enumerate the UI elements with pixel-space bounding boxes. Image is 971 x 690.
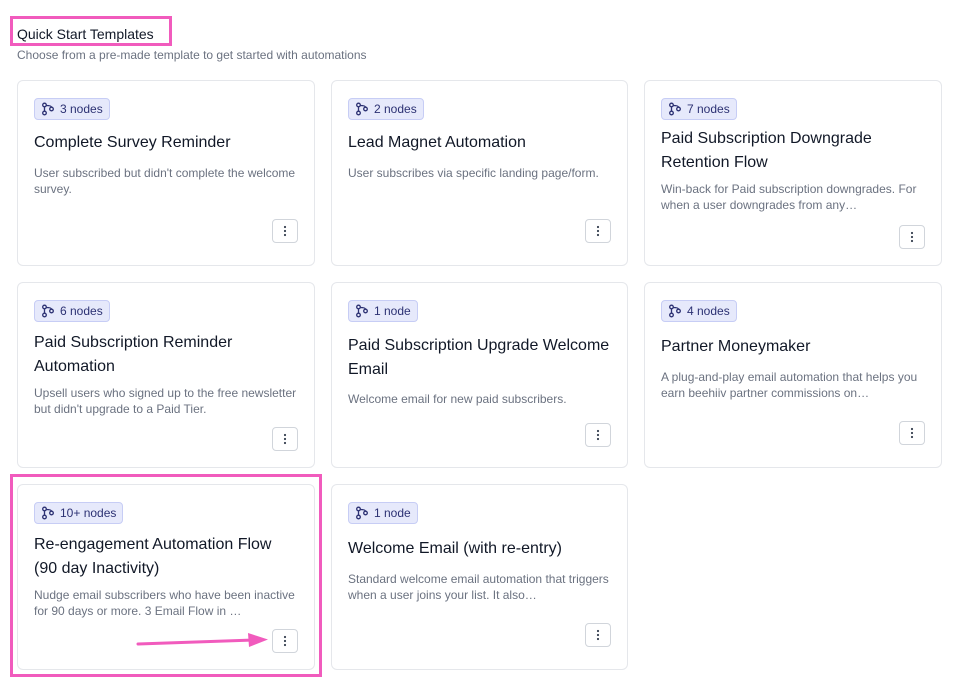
node-count-badge: 6 nodes bbox=[34, 300, 110, 322]
template-card-paid-subscription-downgrade[interactable]: 7 nodes Paid Subscription Downgrade Rete… bbox=[644, 80, 942, 266]
badge-label: 3 nodes bbox=[60, 102, 103, 116]
more-options-button[interactable] bbox=[272, 629, 298, 653]
vertical-ellipsis-icon bbox=[283, 433, 287, 445]
page-subtitle: Choose from a pre-made template to get s… bbox=[17, 48, 367, 62]
card-description: Nudge email subscribers who have been in… bbox=[34, 588, 295, 618]
node-count-badge: 2 nodes bbox=[348, 98, 424, 120]
badge-label: 6 nodes bbox=[60, 304, 103, 318]
vertical-ellipsis-icon bbox=[283, 225, 287, 237]
workflow-nodes-icon bbox=[356, 102, 368, 116]
card-description: Welcome email for new paid subscribers. bbox=[348, 392, 567, 406]
template-card-complete-survey-reminder[interactable]: 3 nodes Complete Survey Reminder User su… bbox=[17, 80, 315, 266]
more-options-button[interactable] bbox=[899, 421, 925, 445]
card-title: Re-engagement Automation Flow (90 day In… bbox=[34, 536, 272, 577]
more-options-button[interactable] bbox=[585, 423, 611, 447]
card-title: Complete Survey Reminder bbox=[34, 134, 231, 151]
workflow-nodes-icon bbox=[42, 506, 54, 520]
vertical-ellipsis-icon bbox=[283, 635, 287, 647]
vertical-ellipsis-icon bbox=[910, 231, 914, 243]
more-options-button[interactable] bbox=[585, 219, 611, 243]
badge-label: 7 nodes bbox=[687, 102, 730, 116]
workflow-nodes-icon bbox=[669, 304, 681, 318]
card-title: Partner Moneymaker bbox=[661, 338, 811, 355]
badge-label: 1 node bbox=[374, 506, 411, 520]
card-title: Paid Subscription Upgrade Welcome Email bbox=[348, 337, 610, 378]
vertical-ellipsis-icon bbox=[596, 429, 600, 441]
template-card-paid-subscription-reminder[interactable]: 6 nodes Paid Subscription Reminder Autom… bbox=[17, 282, 315, 468]
workflow-nodes-icon bbox=[356, 506, 368, 520]
card-title: Paid Subscription Reminder Automation bbox=[34, 334, 233, 375]
node-count-badge: 4 nodes bbox=[661, 300, 737, 322]
workflow-nodes-icon bbox=[42, 102, 54, 116]
vertical-ellipsis-icon bbox=[910, 427, 914, 439]
node-count-badge: 1 node bbox=[348, 502, 418, 524]
card-title: Lead Magnet Automation bbox=[348, 134, 526, 151]
badge-label: 2 nodes bbox=[374, 102, 417, 116]
card-description: Upsell users who signed up to the free n… bbox=[34, 386, 297, 416]
more-options-button[interactable] bbox=[585, 623, 611, 647]
workflow-nodes-icon bbox=[356, 304, 368, 318]
badge-label: 10+ nodes bbox=[60, 506, 117, 520]
card-description: Standard welcome email automation that t… bbox=[348, 572, 609, 602]
more-options-button[interactable] bbox=[272, 427, 298, 451]
card-description: Win-back for Paid subscription downgrade… bbox=[661, 182, 917, 212]
card-title: Paid Subscription Downgrade Retention Fl… bbox=[661, 130, 872, 171]
more-options-button[interactable] bbox=[899, 225, 925, 249]
pink-arrow-icon bbox=[136, 633, 268, 647]
vertical-ellipsis-icon bbox=[596, 629, 600, 641]
card-description: User subscribes via specific landing pag… bbox=[348, 166, 599, 180]
template-card-paid-subscription-upgrade[interactable]: 1 node Paid Subscription Upgrade Welcome… bbox=[331, 282, 628, 468]
card-description: A plug-and-play email automation that he… bbox=[661, 370, 918, 400]
page-title: Quick Start Templates bbox=[17, 26, 154, 42]
template-card-partner-moneymaker[interactable]: 4 nodes Partner Moneymaker A plug-and-pl… bbox=[644, 282, 942, 468]
node-count-badge: 7 nodes bbox=[661, 98, 737, 120]
workflow-nodes-icon bbox=[42, 304, 54, 318]
template-card-lead-magnet-automation[interactable]: 2 nodes Lead Magnet Automation User subs… bbox=[331, 80, 628, 266]
more-options-button[interactable] bbox=[272, 219, 298, 243]
node-count-badge: 10+ nodes bbox=[34, 502, 124, 524]
badge-label: 4 nodes bbox=[687, 304, 730, 318]
card-description: User subscribed but didn't complete the … bbox=[34, 166, 296, 196]
node-count-badge: 1 node bbox=[348, 300, 418, 322]
workflow-nodes-icon bbox=[669, 102, 681, 116]
template-card-welcome-email-re-entry[interactable]: 1 node Welcome Email (with re-entry) Sta… bbox=[331, 484, 628, 670]
card-title: Welcome Email (with re-entry) bbox=[348, 540, 562, 557]
badge-label: 1 node bbox=[374, 304, 411, 318]
node-count-badge: 3 nodes bbox=[34, 98, 110, 120]
vertical-ellipsis-icon bbox=[596, 225, 600, 237]
